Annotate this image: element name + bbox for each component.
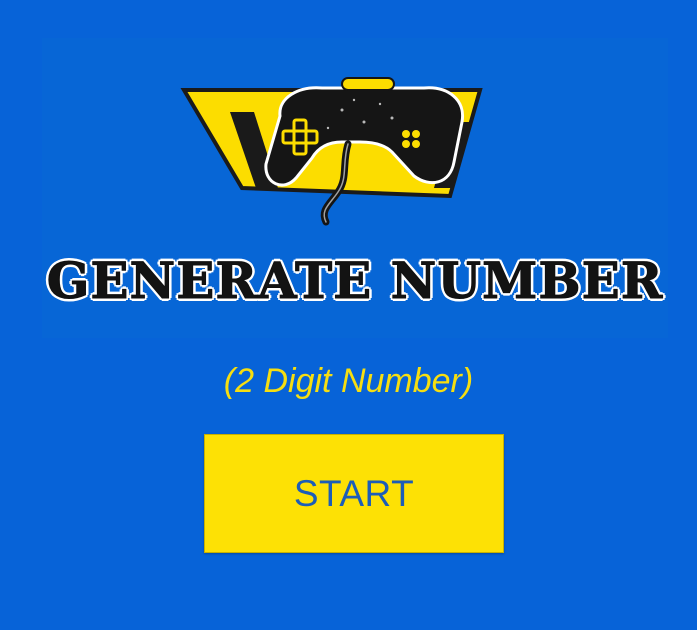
game-start-screen: GENERATE NUMBER (2 Digit Number) START: [0, 0, 697, 630]
start-button-label: START: [293, 472, 415, 514]
subtitle: (2 Digit Number): [223, 362, 474, 400]
logo-title: GENERATE NUMBER: [46, 251, 664, 311]
logo-banner: GENERATE NUMBER: [42, 38, 668, 338]
start-button[interactable]: START: [204, 434, 504, 553]
